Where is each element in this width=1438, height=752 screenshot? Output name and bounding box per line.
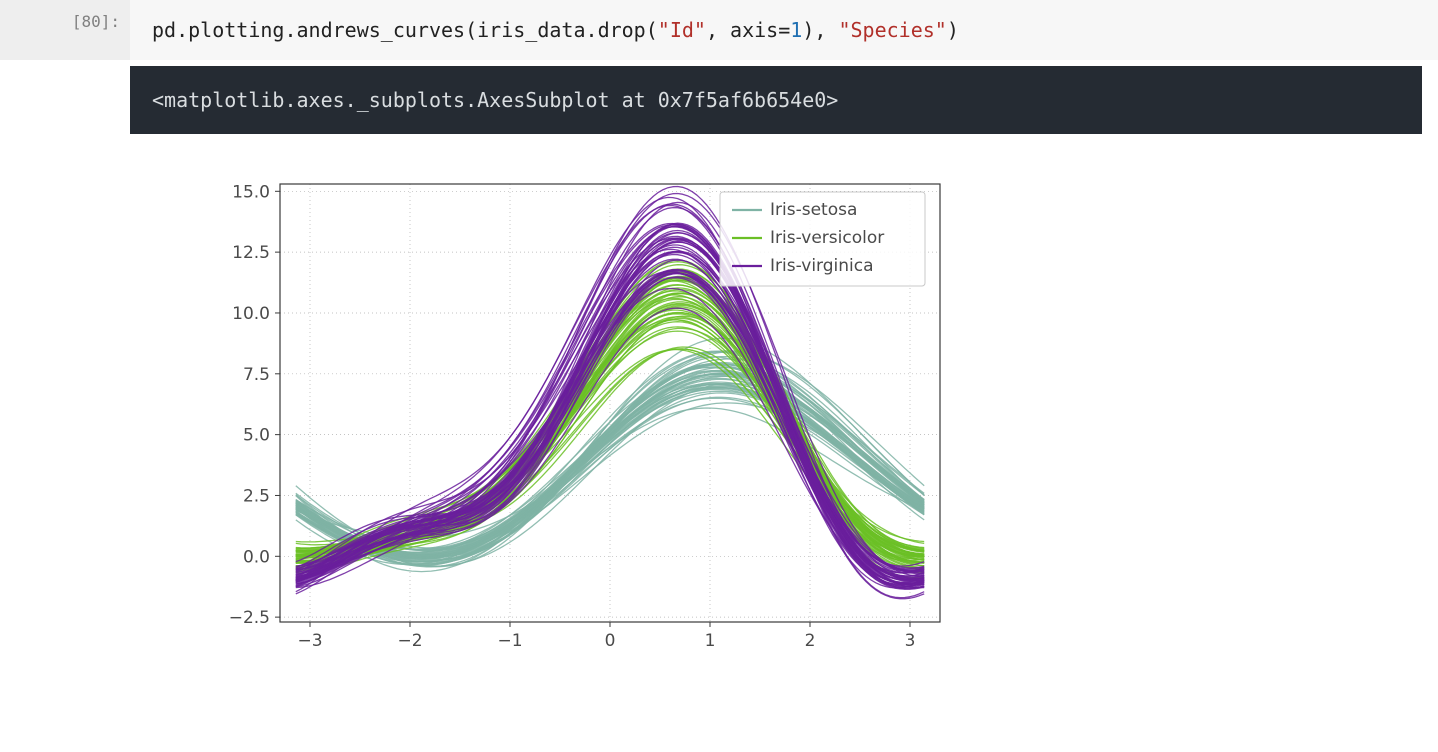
output-repr: <matplotlib.axes._subplots.AxesSubplot a… xyxy=(130,66,1422,134)
output-cell: <matplotlib.axes._subplots.AxesSubplot a… xyxy=(0,66,1438,134)
xtick-label: −1 xyxy=(497,631,522,651)
xtick-label: −3 xyxy=(297,631,322,651)
legend-label: Iris-virginica xyxy=(770,256,874,276)
output-prompt xyxy=(0,66,130,134)
ytick-label: 15.0 xyxy=(232,182,270,202)
code-input[interactable]: pd.plotting.andrews_curves(iris_data.dro… xyxy=(130,0,1438,60)
xtick-label: 1 xyxy=(705,631,716,651)
notebook: [80]: pd.plotting.andrews_curves(iris_da… xyxy=(0,0,1438,664)
ytick-label: −2.5 xyxy=(229,608,270,628)
code-cell: [80]: pd.plotting.andrews_curves(iris_da… xyxy=(0,0,1438,60)
xtick-label: 2 xyxy=(805,631,816,651)
plot-prompt xyxy=(0,164,130,664)
ytick-label: 5.0 xyxy=(243,426,270,446)
xtick-label: −2 xyxy=(397,631,422,651)
ytick-label: 2.5 xyxy=(243,486,270,506)
andrews-curves-chart: −2.5 0.0 2.5 5.0 7.5 10.0 12.5 15.0 −3 −2 −1 0 1 2 3 Ir… xyxy=(190,164,960,664)
plot-cell: −2.5 0.0 2.5 5.0 7.5 10.0 12.5 15.0 −3 −2 −1 0 1 2 3 Ir… xyxy=(0,164,1438,664)
ytick-label: 12.5 xyxy=(232,243,270,263)
ytick-label: 10.0 xyxy=(232,304,270,324)
ytick-label: 0.0 xyxy=(243,547,270,567)
xtick-label: 3 xyxy=(905,631,916,651)
ytick-label: 7.5 xyxy=(243,365,270,385)
input-prompt: [80]: xyxy=(0,0,130,60)
legend-label: Iris-versicolor xyxy=(770,228,884,248)
plot-output: −2.5 0.0 2.5 5.0 7.5 10.0 12.5 15.0 −3 −2 −1 0 1 2 3 Ir… xyxy=(130,164,1438,664)
legend-label: Iris-setosa xyxy=(770,200,857,220)
xtick-label: 0 xyxy=(605,631,616,651)
